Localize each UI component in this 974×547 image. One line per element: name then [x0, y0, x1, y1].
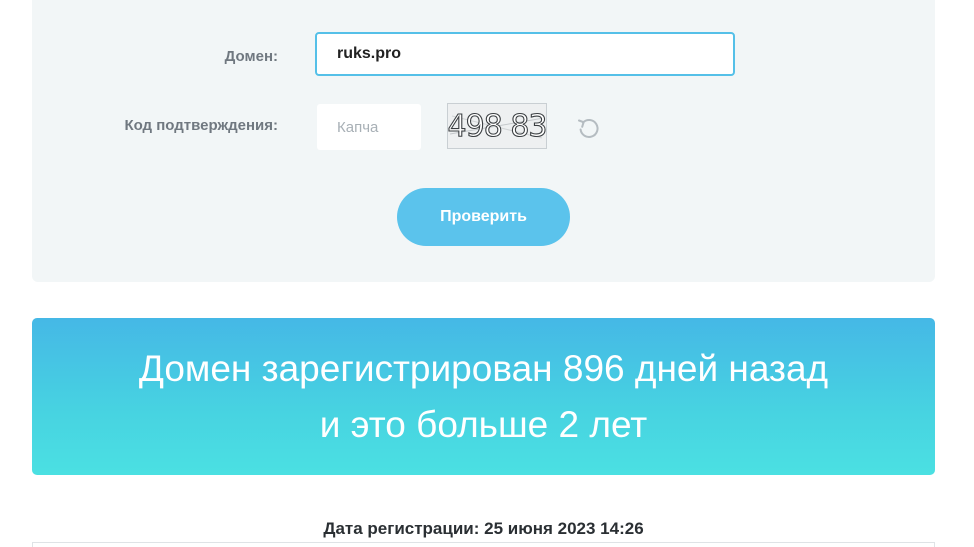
check-button[interactable]: Проверить — [397, 188, 570, 246]
domain-check-form: Домен: Код подтверждения: 498 83 Провери… — [32, 0, 935, 282]
captcha-input[interactable] — [317, 104, 421, 150]
captcha-label: Код подтверждения: — [124, 117, 278, 134]
details-panel — [32, 542, 935, 547]
result-banner: Домен зарегистрирован 896 дней назад и э… — [32, 318, 935, 475]
captcha-image: 498 83 — [447, 103, 547, 149]
result-line-1: Домен зарегистрирован 896 дней назад — [138, 347, 829, 389]
page: Домен: Код подтверждения: 498 83 Провери… — [0, 0, 974, 547]
domain-input[interactable] — [315, 32, 735, 76]
refresh-icon[interactable] — [575, 114, 603, 142]
result-line-2: и это больше 2 лет — [319, 403, 648, 445]
captcha-graphic: 498 83 — [448, 108, 546, 144]
domain-label: Домен: — [224, 48, 278, 65]
registration-date: Дата регистрации: 25 июня 2023 14:26 — [323, 519, 644, 538]
captcha-text: 498 83 — [448, 109, 546, 144]
